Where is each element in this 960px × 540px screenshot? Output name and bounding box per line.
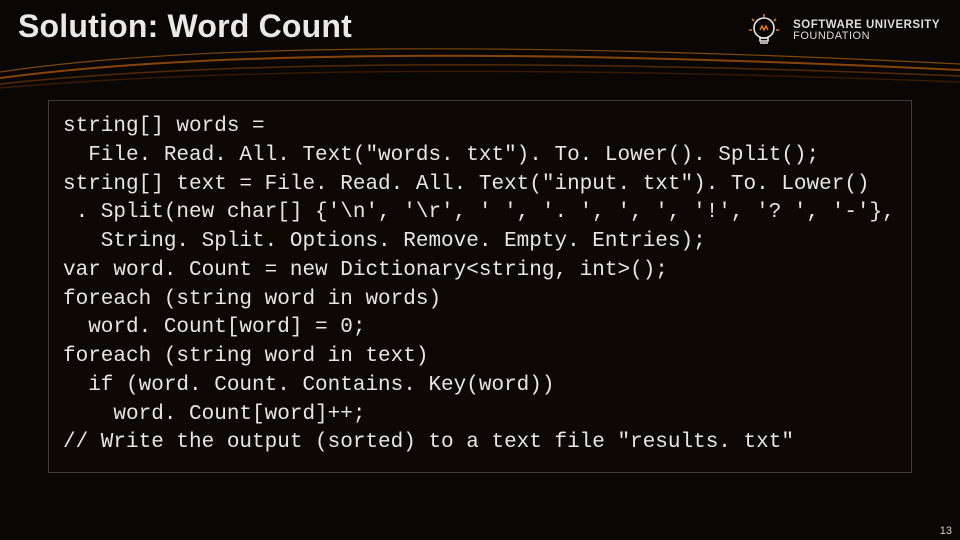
code-line: File. Read. All. Text("words. txt"). To.…: [63, 144, 819, 167]
slide-header: Solution: Word Count SOFTWARE UNIVERSITY…: [0, 0, 960, 68]
page-number: 13: [940, 525, 952, 537]
lightbulb-icon: [743, 10, 785, 52]
code-line: string[] words =: [63, 115, 265, 138]
logo-text: SOFTWARE UNIVERSITY FOUNDATION: [793, 19, 940, 43]
code-line: foreach (string word in words): [63, 288, 441, 311]
logo-line2: FOUNDATION: [793, 30, 870, 42]
code-line: string[] text = File. Read. All. Text("i…: [63, 173, 870, 196]
code-line: String. Split. Options. Remove. Empty. E…: [63, 230, 706, 253]
page-title: Solution: Word Count: [18, 8, 352, 45]
code-line: word. Count[word] = 0;: [63, 316, 365, 339]
code-line: if (word. Count. Contains. Key(word)): [63, 374, 554, 397]
code-content: string[] words = File. Read. All. Text("…: [63, 113, 897, 458]
code-line: . Split(new char[] {'\n', '\r', ' ', '. …: [63, 201, 895, 224]
code-line: // Write the output (sorted) to a text f…: [63, 431, 794, 454]
code-block: string[] words = File. Read. All. Text("…: [48, 100, 912, 473]
code-line: foreach (string word in text): [63, 345, 428, 368]
brand-logo: SOFTWARE UNIVERSITY FOUNDATION: [743, 8, 940, 52]
code-line: word. Count[word]++;: [63, 403, 365, 426]
code-line: var word. Count = new Dictionary<string,…: [63, 259, 668, 282]
